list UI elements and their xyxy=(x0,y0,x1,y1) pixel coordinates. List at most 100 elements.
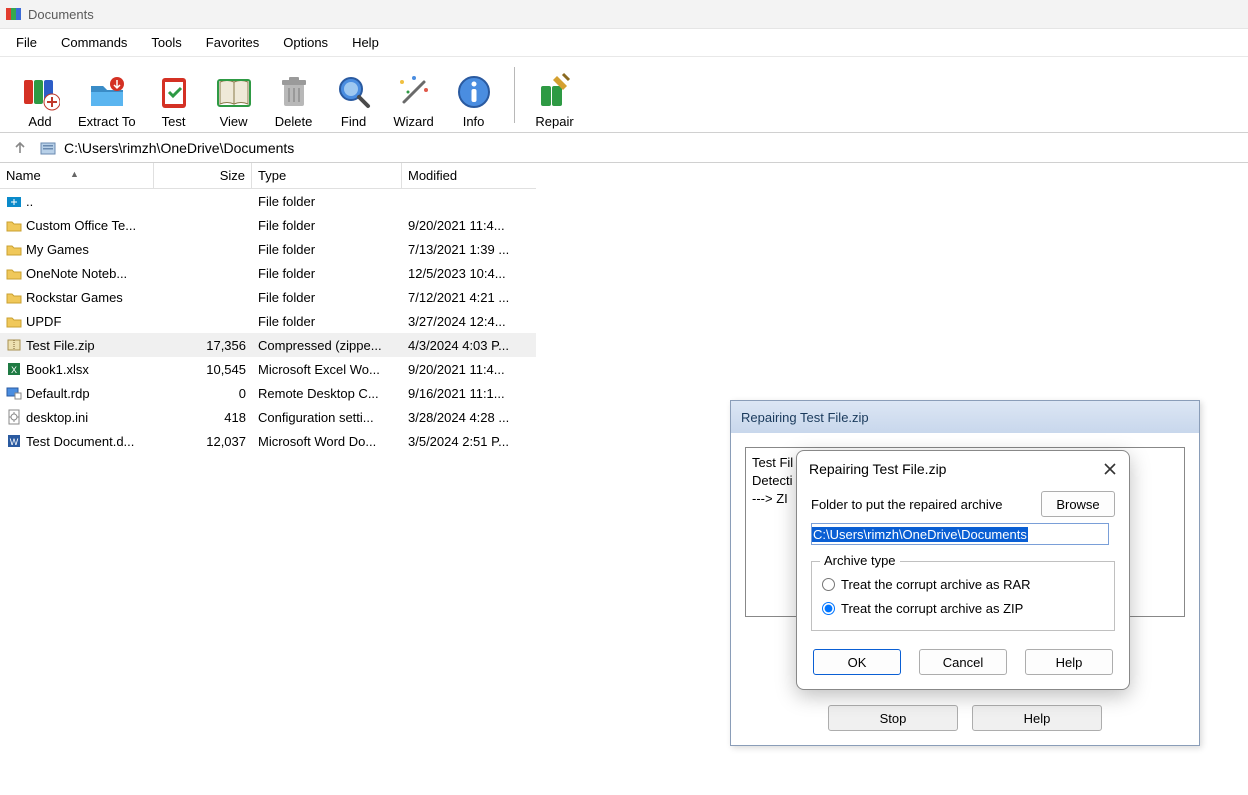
rdp-icon xyxy=(6,385,22,401)
svg-text:X: X xyxy=(11,365,17,375)
pathbar: C:\Users\rimzh\OneDrive\Documents xyxy=(0,133,1248,163)
file-row[interactable]: OneNote Noteb... File folder12/5/2023 10:… xyxy=(0,261,536,285)
menu-favorites[interactable]: Favorites xyxy=(194,31,271,54)
file-row[interactable]: Default.rdp0Remote Desktop C...9/16/2021… xyxy=(0,381,536,405)
file-row[interactable]: Test File.zip17,356Compressed (zippe...4… xyxy=(0,333,536,357)
trash-icon xyxy=(274,72,314,112)
toolbar: Add Extract To Test View Delete Find Wiz… xyxy=(0,57,1248,133)
xlsx-icon: X xyxy=(6,361,22,377)
file-name: UPDF xyxy=(26,314,61,329)
file-row[interactable]: WTest Document.d...12,037Microsoft Word … xyxy=(0,429,536,453)
browse-button[interactable]: Browse xyxy=(1041,491,1115,517)
file-row[interactable]: UPDFFile folder3/27/2024 12:4... xyxy=(0,309,536,333)
file-row[interactable]: Rockstar GamesFile folder7/12/2021 4:21 … xyxy=(0,285,536,309)
tool-extract[interactable]: Extract To xyxy=(70,61,144,129)
toolbar-separator xyxy=(514,67,515,123)
folder-path-input[interactable]: C:\Users\rimzh\OneDrive\Documents xyxy=(811,523,1109,545)
file-row[interactable]: desktop.ini418Configuration setti...3/28… xyxy=(0,405,536,429)
stop-button[interactable]: Stop xyxy=(828,705,958,731)
file-type: File folder xyxy=(252,290,402,305)
file-row[interactable]: XBook1.xlsx10,545Microsoft Excel Wo...9/… xyxy=(0,357,536,381)
tool-find[interactable]: Find xyxy=(324,61,384,129)
tool-wizard[interactable]: Wizard xyxy=(384,61,444,129)
folder-icon xyxy=(40,140,56,156)
sort-asc-icon: ▲ xyxy=(70,169,79,179)
file-name: .. xyxy=(26,194,33,209)
ok-button[interactable]: OK xyxy=(813,649,901,675)
radio-zip-input[interactable] xyxy=(822,602,835,615)
file-type: File folder xyxy=(252,314,402,329)
magnify-icon xyxy=(334,72,374,112)
tool-test-label: Test xyxy=(162,114,186,129)
file-name: OneNote Noteb... xyxy=(26,266,127,281)
file-type: File folder xyxy=(252,266,402,281)
folder-arrow-icon xyxy=(87,72,127,112)
tool-view[interactable]: View xyxy=(204,61,264,129)
tool-repair-label: Repair xyxy=(535,114,573,129)
menu-help[interactable]: Help xyxy=(340,31,391,54)
dialog-title[interactable]: Repairing Test File.zip xyxy=(731,401,1199,433)
menubar: File Commands Tools Favorites Options He… xyxy=(0,29,1248,57)
file-size: 10,545 xyxy=(154,362,252,377)
tool-delete[interactable]: Delete xyxy=(264,61,324,129)
tool-test[interactable]: Test xyxy=(144,61,204,129)
file-modified: 3/5/2024 2:51 P... xyxy=(402,434,526,449)
help-button[interactable]: Help xyxy=(1025,649,1113,675)
folder-icon xyxy=(6,289,22,305)
zip-icon xyxy=(6,337,22,353)
file-row[interactable]: My GamesFile folder7/13/2021 1:39 ... xyxy=(0,237,536,261)
path-text[interactable]: C:\Users\rimzh\OneDrive\Documents xyxy=(64,140,294,156)
books-plus-icon xyxy=(20,72,60,112)
file-row[interactable]: ..File folder xyxy=(0,189,536,213)
file-name: Default.rdp xyxy=(26,386,90,401)
cancel-button[interactable]: Cancel xyxy=(919,649,1007,675)
tool-repair[interactable]: Repair xyxy=(525,61,585,129)
archive-type-group: Archive type Treat the corrupt archive a… xyxy=(811,561,1115,631)
file-type: Remote Desktop C... xyxy=(252,386,402,401)
menu-commands[interactable]: Commands xyxy=(49,31,139,54)
group-label: Archive type xyxy=(820,553,900,568)
radio-zip[interactable]: Treat the corrupt archive as ZIP xyxy=(822,596,1104,620)
up-button[interactable] xyxy=(8,136,32,160)
tool-view-label: View xyxy=(220,114,248,129)
folder-icon xyxy=(6,313,22,329)
col-type[interactable]: Type xyxy=(252,163,402,188)
col-name[interactable]: Name▲ xyxy=(0,163,154,188)
radio-rar[interactable]: Treat the corrupt archive as RAR xyxy=(822,572,1104,596)
up-icon xyxy=(6,193,22,209)
wand-icon xyxy=(394,72,434,112)
file-type: File folder xyxy=(252,242,402,257)
folder-label: Folder to put the repaired archive xyxy=(811,497,1003,512)
file-modified: 4/3/2024 4:03 P... xyxy=(402,338,526,353)
file-modified: 9/20/2021 11:4... xyxy=(402,218,526,233)
file-size: 12,037 xyxy=(154,434,252,449)
close-button[interactable] xyxy=(1103,462,1117,476)
folder-icon xyxy=(6,241,22,257)
file-size: 418 xyxy=(154,410,252,425)
repair-icon xyxy=(535,72,575,112)
file-name: Test File.zip xyxy=(26,338,95,353)
col-size[interactable]: Size xyxy=(154,163,252,188)
radio-rar-input[interactable] xyxy=(822,578,835,591)
file-row[interactable]: Custom Office Te...File folder9/20/2021 … xyxy=(0,213,536,237)
help-button[interactable]: Help xyxy=(972,705,1102,731)
tool-add[interactable]: Add xyxy=(10,61,70,129)
tool-extract-label: Extract To xyxy=(78,114,136,129)
menu-file[interactable]: File xyxy=(4,31,49,54)
file-modified: 12/5/2023 10:4... xyxy=(402,266,526,281)
folder-icon xyxy=(6,265,22,281)
book-open-icon xyxy=(214,72,254,112)
col-modified[interactable]: Modified xyxy=(402,163,526,188)
tool-delete-label: Delete xyxy=(275,114,313,129)
file-modified: 7/13/2021 1:39 ... xyxy=(402,242,526,257)
file-type: Compressed (zippe... xyxy=(252,338,402,353)
dialog-title: Repairing Test File.zip xyxy=(809,461,946,477)
menu-options[interactable]: Options xyxy=(271,31,340,54)
file-modified: 3/28/2024 4:28 ... xyxy=(402,410,526,425)
file-name: Test Document.d... xyxy=(26,434,134,449)
docx-icon: W xyxy=(6,433,22,449)
menu-tools[interactable]: Tools xyxy=(139,31,193,54)
folder-path-value: C:\Users\rimzh\OneDrive\Documents xyxy=(812,527,1028,542)
tool-info[interactable]: Info xyxy=(444,61,504,129)
file-list-header: Name▲ Size Type Modified xyxy=(0,163,536,189)
